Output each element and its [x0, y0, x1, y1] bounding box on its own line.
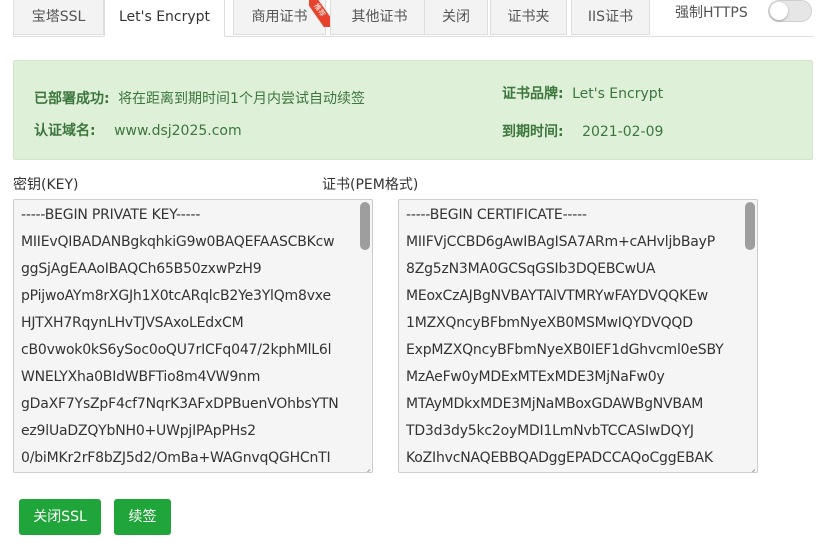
renew-button[interactable]: 续签 — [114, 499, 171, 535]
brand-value: Let's Encrypt — [572, 86, 664, 102]
text-line: cB0vwok0kS6ySoc0oQU7rICFq047/2kphMlL6l — [21, 342, 332, 358]
private-key-textarea[interactable]: -----BEGIN PRIVATE KEY----- MIIEvQIBADANB… — [13, 199, 373, 473]
force-https-toggle[interactable] — [768, 0, 812, 22]
text-line: MIIFVjCCBD6gAwIBAgISA7ARm+cAHvljbBayP — [406, 234, 715, 250]
recommend-ribbon: 推荐 — [309, 0, 331, 27]
tab-label: Let's Encrypt — [118, 9, 211, 25]
text-line: WNELYXha0BIdWBFTio8m4VW9nm — [21, 369, 261, 385]
tab-iis-cert[interactable]: IIS证书 — [571, 0, 650, 35]
domain-value: www.dsj2025.com — [114, 123, 242, 139]
text-line: 0/biMKr2rF8bZJ5d2/OmBa+WAGnvqQGHCnTI — [21, 450, 331, 466]
text-line: 8Zg5zN3MA0GCSqGSIb3DQEBCwUA — [406, 261, 656, 277]
key-scrollbar[interactable] — [360, 202, 370, 470]
scroll-thumb[interactable] — [745, 202, 755, 250]
tab-baota-ssl[interactable]: 宝塔SSL — [13, 0, 104, 35]
text-line: ExpMZXQncyBFbmNyeXB0IEF1dGhvcml0eSBY — [406, 342, 724, 358]
text-line: MTAyMDkxMDE3MjNaMBoxGDAWBgNVBAM — [406, 396, 704, 412]
key-label: 密钥(KEY) — [13, 177, 79, 193]
expire-value: 2021-02-09 — [582, 124, 664, 140]
close-ssl-button[interactable]: 关闭SSL — [19, 499, 101, 535]
domain-key: 认证域名: — [34, 123, 96, 139]
text-line: MzAeFw0yMDExMTExMDE3MjNaFw0y — [406, 369, 665, 385]
private-key-content: -----BEGIN PRIVATE KEY----- MIIEvQIBADANB… — [21, 202, 339, 472]
cert-label: 证书(PEM格式) — [322, 177, 419, 193]
tab-close[interactable]: 关闭 — [424, 0, 488, 35]
scroll-thumb[interactable] — [360, 202, 370, 250]
tab-label: 宝塔SSL — [31, 9, 86, 25]
text-line: TD3d3dy5kc2oyMDI1LmNvbTCCASIwDQYJ — [406, 423, 694, 439]
tab-label: 其他证书 — [351, 9, 408, 25]
text-line: HJTXH7RqynLHvTJVSAxoLEdxCM — [21, 315, 244, 331]
tab-label: 证书夹 — [507, 9, 550, 25]
text-line: -----BEGIN PRIVATE KEY----- — [21, 207, 201, 223]
text-line: pPijwoAYm8rXGJh1X0tcARqlcB2Ye3YlQm8vxe — [21, 288, 331, 304]
text-line: MIIEvQIBADANBgkqhkiG9w0BAQEFAASCBKcw — [21, 234, 335, 250]
tab-cert-folder[interactable]: 证书夹 — [490, 0, 567, 35]
tab-label: IIS证书 — [587, 9, 634, 25]
toggle-knob — [770, 2, 788, 20]
text-line: ggSjAgEAAoIBAQCh65B50zxwPzH9 — [21, 261, 262, 277]
tab-lets-encrypt[interactable]: Let's Encrypt — [104, 0, 225, 37]
tab-label: 商用证书 — [251, 9, 308, 25]
resize-handle[interactable] — [363, 463, 371, 471]
cert-info-panel: 已部署成功: 将在距离到期时间1个月内尝试自动续签 认证域名: www.dsj2… — [13, 60, 813, 160]
text-line: ez9lUaDZQYbNH0+UWpjIPApPHs2 — [21, 423, 256, 439]
recommend-badge: 推荐 — [309, 0, 331, 27]
text-line: KoZIhvcNAQEBBQADggEPADCCAQoCggEBAK — [406, 450, 713, 466]
deploy-status-value: 将在距离到期时间1个月内尝试自动续签 — [118, 91, 365, 107]
brand-key: 证书品牌: — [502, 86, 564, 102]
tab-commercial-cert[interactable]: 商用证书 推荐 — [233, 0, 331, 35]
expire-key: 到期时间: — [502, 124, 564, 140]
tab-other-cert[interactable]: 其他证书 — [330, 0, 429, 35]
certificate-content: -----BEGIN CERTIFICATE----- MIIFVjCCBD6gA… — [406, 202, 724, 472]
tab-label: 关闭 — [442, 9, 470, 25]
force-https-label: 强制HTTPS — [675, 5, 748, 21]
text-line: -----BEGIN CERTIFICATE----- — [406, 207, 587, 223]
resize-handle[interactable] — [748, 463, 756, 471]
text-line: gDaXF7YsZpF4cf7NqrK3AFxDPBuenVOhbsYTN — [21, 396, 339, 412]
deploy-status-key: 已部署成功: — [34, 91, 110, 107]
text-line: MEoxCzAJBgNVBAYTAlVTMRYwFAYDVQQKEw — [406, 288, 708, 304]
cert-scrollbar[interactable] — [745, 202, 755, 470]
certificate-textarea[interactable]: -----BEGIN CERTIFICATE----- MIIFVjCCBD6gA… — [398, 199, 758, 473]
text-line: 1MZXQncyBFbmNyeXB0MSMwIQYDVQQD — [406, 315, 693, 331]
